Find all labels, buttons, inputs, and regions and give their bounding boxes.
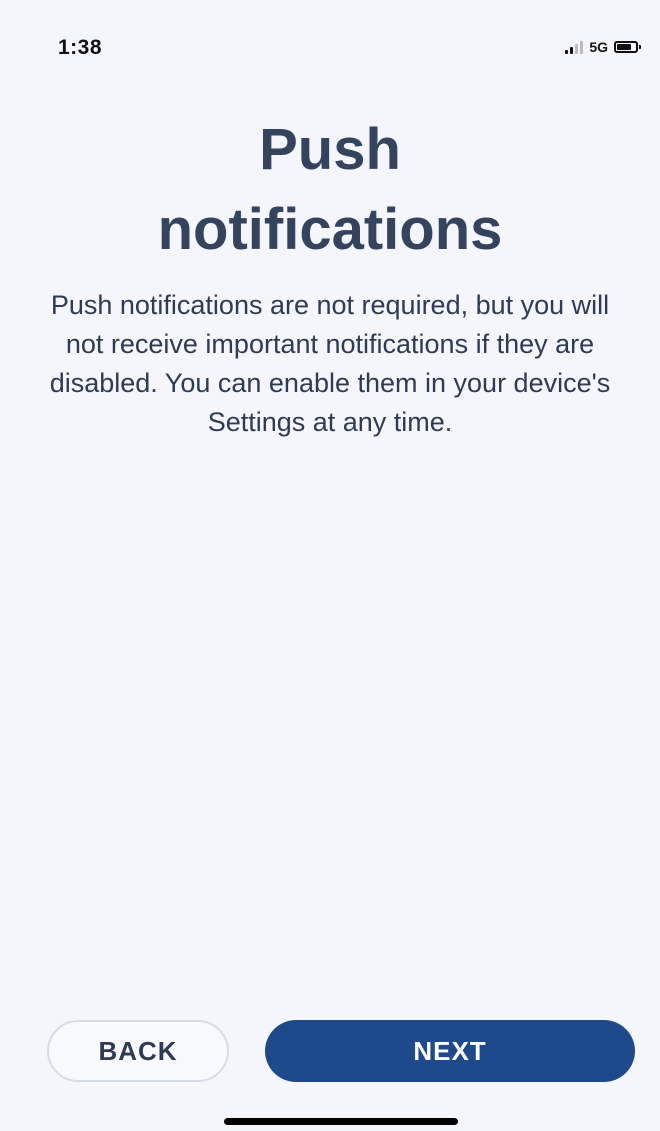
description-text: Push notifications are not required, but…: [49, 290, 611, 437]
back-button[interactable]: BACK: [47, 1020, 229, 1082]
page-title: Push notifications: [0, 110, 660, 270]
status-indicators: 5G: [565, 38, 641, 56]
page-title-line-1: Push: [259, 117, 401, 182]
status-time: 1:38: [58, 36, 103, 59]
signal-bars-icon: [565, 40, 584, 54]
battery-icon: [614, 41, 641, 53]
network-type-label: 5G: [589, 39, 608, 55]
next-button[interactable]: NEXT: [265, 1020, 635, 1082]
home-indicator[interactable]: [224, 1118, 458, 1125]
page-title-line-2: notifications: [157, 197, 503, 262]
status-bar: 1:38 5G: [0, 0, 660, 80]
